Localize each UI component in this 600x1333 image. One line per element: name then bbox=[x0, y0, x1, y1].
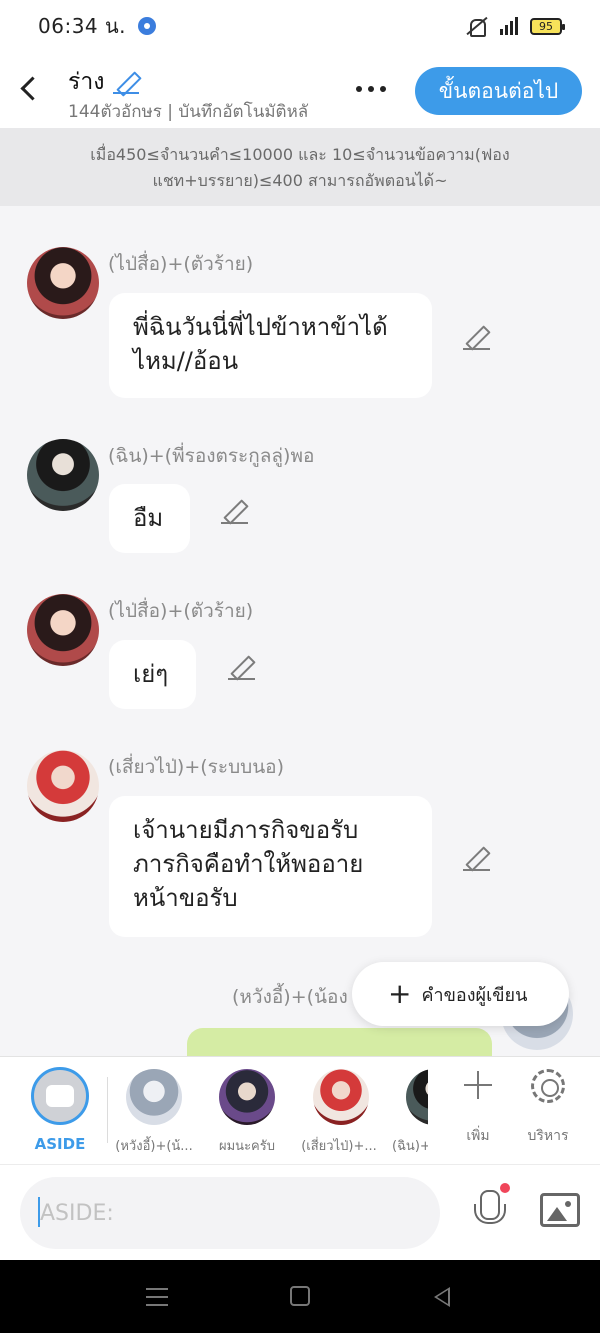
aside-narration-icon[interactable] bbox=[31, 1067, 89, 1125]
next-step-button[interactable]: ขั้นตอนต่อไป bbox=[415, 67, 582, 115]
avatar[interactable] bbox=[27, 594, 99, 666]
settings-gear-icon bbox=[138, 17, 157, 35]
chat-bubble[interactable]: พี่ฉินวันนี่พี่ไปข้าหาข้าได้ไหม//อ้อน bbox=[109, 293, 432, 398]
image-icon[interactable] bbox=[540, 1193, 580, 1227]
divider bbox=[107, 1077, 108, 1143]
notification-dot bbox=[500, 1183, 510, 1193]
author-note-label: คำของผู้เขียน bbox=[421, 984, 528, 1006]
page-title: ร่าง bbox=[68, 69, 105, 95]
recent-apps-icon[interactable] bbox=[146, 1288, 168, 1306]
back-triangle-icon[interactable] bbox=[434, 1287, 450, 1307]
edit-pencil-icon[interactable] bbox=[228, 653, 256, 681]
text-caret bbox=[38, 1197, 40, 1227]
system-nav-bar bbox=[0, 1260, 600, 1333]
plus-icon: + bbox=[388, 977, 412, 1010]
aside-label: ASIDE bbox=[34, 1135, 86, 1153]
message-input-bar bbox=[0, 1164, 600, 1260]
character-avatar[interactable] bbox=[219, 1069, 275, 1125]
mute-icon bbox=[464, 17, 488, 37]
status-icons: 95 bbox=[464, 17, 565, 37]
chat-bubble[interactable]: เย่ๆ bbox=[109, 640, 196, 709]
message-input[interactable] bbox=[20, 1177, 440, 1249]
chat-bubble[interactable]: เจ้านายมีภารกิจขอรับภารกิจคือทำให้พออายห… bbox=[109, 796, 432, 937]
sender-name: (เสี่ยวไป่)+(ระบบนอ) bbox=[108, 756, 285, 778]
chat-bubble[interactable]: อืม bbox=[109, 484, 190, 553]
avatar[interactable] bbox=[27, 439, 99, 511]
avatar[interactable] bbox=[27, 247, 99, 319]
sender-name: (หวังอี้)+(น้อง bbox=[232, 986, 348, 1008]
character-avatar[interactable] bbox=[126, 1069, 182, 1125]
manage-gear-icon[interactable] bbox=[531, 1069, 565, 1103]
status-bar: 06:34 น. 95 bbox=[0, 0, 600, 52]
character-avatar-clipped[interactable] bbox=[406, 1069, 428, 1125]
char-count-autosave: 144ตัวอักษร | บันทึกอัตโนมัติหลั bbox=[68, 102, 309, 122]
avatar[interactable] bbox=[27, 750, 99, 822]
character-name: (เสี่ยวไป่)+... bbox=[301, 1139, 377, 1154]
microphone-icon[interactable] bbox=[474, 1190, 506, 1232]
sender-name: (ไป่สื่อ)+(ตัวร้าย) bbox=[108, 600, 254, 622]
edit-title-pencil-icon[interactable] bbox=[112, 69, 139, 95]
more-options-icon[interactable] bbox=[356, 86, 386, 92]
edit-pencil-icon[interactable] bbox=[463, 844, 491, 872]
home-icon[interactable] bbox=[290, 1286, 310, 1306]
back-arrow-icon[interactable] bbox=[18, 74, 40, 104]
add-label: เพิ่ม bbox=[466, 1128, 490, 1144]
add-character-icon[interactable] bbox=[462, 1069, 494, 1101]
app-header: ร่าง 144ตัวอักษร | บันทึกอัตโนมัติหลั ขั… bbox=[0, 52, 600, 128]
character-name: (ฉิน)+ bbox=[392, 1139, 428, 1154]
signal-icon bbox=[500, 17, 518, 35]
character-selector-bar: ASIDE (หวังอี้)+(น้... ผมนะครับ (เสี่ยวไ… bbox=[0, 1056, 600, 1164]
battery-icon: 95 bbox=[530, 17, 565, 35]
sender-name: (ไป่สื่อ)+(ตัวร้าย) bbox=[108, 253, 254, 275]
manage-label: บริหาร bbox=[527, 1128, 569, 1144]
publish-requirement-notice: เมื่อ450≤จำนวนคำ≤10000 และ 10≤จำนวนข้อคว… bbox=[0, 128, 600, 206]
author-note-button[interactable]: + คำของผู้เขียน bbox=[352, 962, 569, 1026]
sender-name: (ฉิน)+(พี่รองตระกูลลู่)พอ bbox=[108, 445, 315, 467]
draft-title[interactable]: ร่าง bbox=[68, 64, 139, 100]
edit-pencil-icon[interactable] bbox=[463, 323, 491, 351]
edit-pencil-icon[interactable] bbox=[221, 497, 249, 525]
character-avatar[interactable] bbox=[313, 1069, 369, 1125]
status-time: 06:34 น. bbox=[38, 14, 127, 38]
